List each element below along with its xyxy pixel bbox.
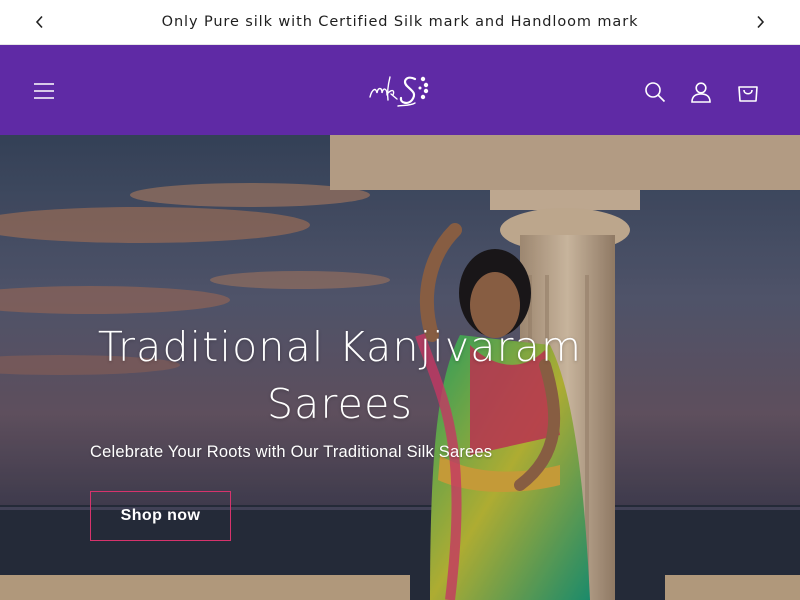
user-icon bbox=[691, 82, 711, 103]
shop-now-button[interactable]: Shop now bbox=[90, 491, 231, 541]
chevron-right-icon bbox=[757, 15, 765, 29]
announcement-next-button[interactable] bbox=[750, 12, 770, 32]
menu-button[interactable] bbox=[28, 75, 60, 107]
chevron-left-icon bbox=[35, 15, 43, 29]
hero-subtitle: Celebrate Your Roots with Our Traditiona… bbox=[90, 443, 493, 461]
hamburger-menu-icon bbox=[34, 83, 54, 99]
announcement-text: Only Pure silk with Certified Silk mark … bbox=[161, 14, 639, 30]
hero-banner: Traditional Kanjivaram Sarees Celebrate … bbox=[0, 135, 800, 600]
announcement-bar: Only Pure silk with Certified Silk mark … bbox=[0, 0, 800, 45]
search-icon bbox=[645, 82, 666, 103]
brand-logo-icon bbox=[369, 76, 429, 107]
shopping-bag-icon bbox=[738, 86, 758, 102]
brand-logo[interactable] bbox=[360, 65, 440, 115]
search-button[interactable] bbox=[639, 76, 671, 108]
announcement-prev-button[interactable] bbox=[30, 12, 50, 32]
shop-now-label: Shop now bbox=[120, 507, 201, 524]
cart-button[interactable] bbox=[732, 76, 764, 108]
account-button[interactable] bbox=[685, 76, 717, 108]
hero-title: Traditional Kanjivaram Sarees bbox=[60, 319, 620, 433]
hero-title-line1: Traditional Kanjivaram bbox=[97, 323, 583, 371]
site-header bbox=[0, 45, 800, 135]
hero-title-line2: Sarees bbox=[266, 380, 414, 428]
